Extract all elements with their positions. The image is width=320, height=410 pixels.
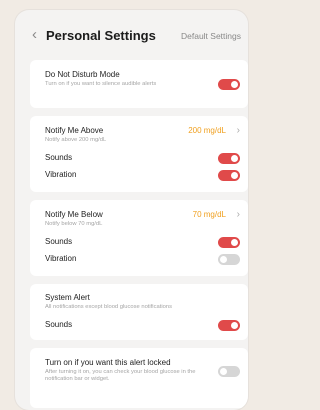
system-alert-label: System Alert [45, 293, 90, 302]
notify-below-card: Notify Me Below Notify below 70 mg/dL 70… [30, 200, 248, 276]
notify-below-vibration-toggle[interactable] [218, 254, 240, 265]
lock-alert-row: Turn on if you want this alert locked Af… [45, 358, 208, 384]
notify-above-vibration-label: Vibration [45, 170, 77, 179]
notify-above-value[interactable]: 200 mg/dL [188, 126, 226, 135]
header: ‹ Personal Settings Default Settings [15, 10, 248, 60]
notify-above-hint: Notify above 200 mg/dL [45, 137, 107, 143]
lock-alert-label: Turn on if you want this alert locked [45, 358, 171, 367]
dnd-row: Do Not Disturb Mode Turn on if you want … [45, 70, 240, 88]
notify-above-vibration-row: Vibration [45, 170, 240, 179]
dnd-label: Do Not Disturb Mode [45, 70, 120, 79]
notify-above-sounds-label: Sounds [45, 153, 73, 162]
dnd-toggle[interactable] [218, 79, 240, 90]
system-alert-hint: All notifications except blood glucose n… [45, 304, 172, 310]
notify-below-value[interactable]: 70 mg/dL [193, 210, 226, 219]
notify-below-sounds-label: Sounds [45, 237, 73, 246]
system-alert-sounds-label: Sounds [45, 320, 73, 329]
system-alert-card: System Alert All notifications except bl… [30, 284, 248, 340]
chevron-right-icon[interactable]: › [237, 209, 240, 220]
notify-below-hint: Notify below 70 mg/dL [45, 221, 103, 227]
dnd-hint: Turn on if you want to silence audible a… [45, 81, 157, 87]
default-settings-link[interactable]: Default Settings [181, 31, 241, 41]
page-title: Personal Settings [46, 28, 156, 43]
notify-above-sounds-row: Sounds [45, 153, 240, 162]
system-alert-sounds-toggle[interactable] [218, 320, 240, 331]
lock-alert-card: Turn on if you want this alert locked Af… [30, 348, 248, 408]
chevron-left-icon[interactable]: ‹ [32, 27, 37, 42]
notify-below-sounds-row: Sounds [45, 237, 240, 246]
notify-above-sounds-toggle[interactable] [218, 153, 240, 164]
lock-alert-toggle[interactable] [218, 366, 240, 377]
notify-above-card: Notify Me Above Notify above 200 mg/dL 2… [30, 116, 248, 192]
notify-below-vibration-row: Vibration [45, 254, 240, 263]
system-alert-row: System Alert All notifications except bl… [45, 293, 240, 311]
lock-alert-hint: After turning it on, you can check your … [45, 369, 196, 383]
notify-below-vibration-label: Vibration [45, 254, 77, 263]
notify-above-vibration-toggle[interactable] [218, 170, 240, 181]
chevron-right-icon[interactable]: › [237, 125, 240, 136]
system-alert-sounds-row: Sounds [45, 320, 240, 329]
dnd-card: Do Not Disturb Mode Turn on if you want … [30, 60, 248, 108]
notify-below-sounds-toggle[interactable] [218, 237, 240, 248]
settings-screen: ‹ Personal Settings Default Settings Do … [15, 10, 248, 410]
